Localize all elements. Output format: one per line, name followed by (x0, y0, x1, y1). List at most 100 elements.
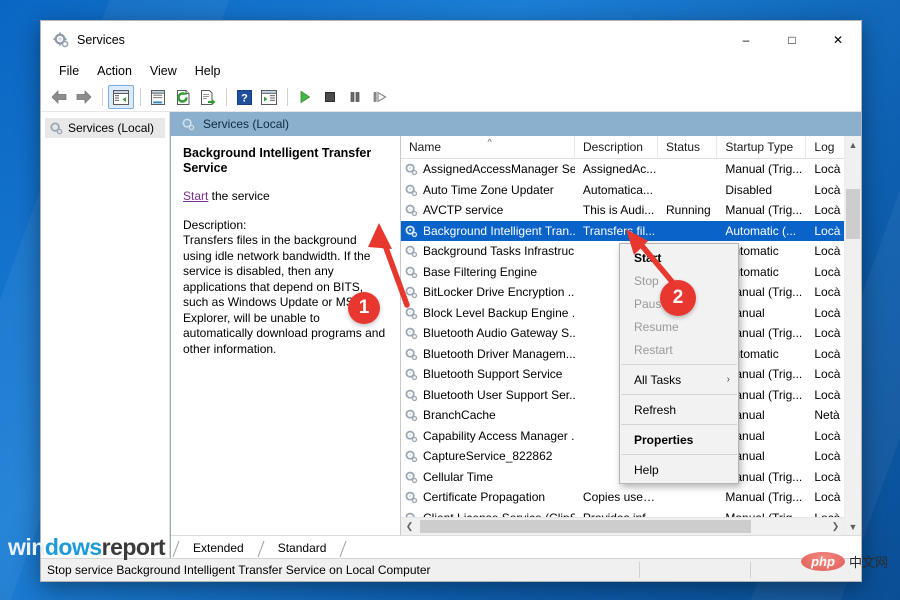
status-separator-2 (750, 562, 751, 578)
cell-logon: Locà (806, 429, 844, 443)
list-header-row: Name ^ Description Status Startup Type (401, 136, 844, 159)
menu-help[interactable]: Help (186, 61, 230, 81)
service-name-text: Bluetooth Audio Gateway S... (423, 326, 575, 340)
menu-view[interactable]: View (141, 61, 186, 81)
table-row[interactable]: Client License Service (ClipS...Provides… (401, 508, 844, 518)
column-header-status[interactable]: Status (658, 136, 717, 158)
callout-1-number: 1 (359, 297, 370, 319)
vertical-scrollbar[interactable]: ▲ ▼ (844, 136, 861, 535)
detail-spacer-1 (183, 176, 388, 189)
cell-name: Client License Service (ClipS... (401, 511, 575, 517)
service-gear-icon (404, 429, 418, 443)
context-menu-item-label: Properties (634, 433, 693, 447)
hscroll-track[interactable] (418, 519, 827, 534)
cell-description: Transfers fil... (575, 224, 658, 238)
properties-icon[interactable] (146, 86, 170, 108)
services-window: Services – □ ✕ File Action View Help (40, 20, 862, 582)
cell-name: Capability Access Manager ... (401, 429, 575, 443)
start-service-link[interactable]: Start (183, 189, 208, 203)
cell-description: This is Audi... (575, 203, 658, 217)
menu-file[interactable]: File (50, 61, 88, 81)
context-menu-separator (621, 364, 737, 365)
show-hide-console-tree-icon[interactable] (108, 85, 134, 109)
cell-name: BranchCache (401, 408, 575, 422)
service-gear-icon (404, 326, 418, 340)
minimize-button[interactable]: – (723, 21, 769, 59)
cell-logon: Locà (806, 347, 844, 361)
column-header-description[interactable]: Description (575, 136, 658, 158)
tab-extended[interactable]: Extended (181, 539, 256, 558)
service-gear-icon (404, 449, 418, 463)
column-header-log-on-as[interactable]: Log (806, 136, 844, 158)
close-button[interactable]: ✕ (815, 21, 861, 59)
maximize-button[interactable]: □ (769, 21, 815, 59)
restart-service-icon[interactable] (368, 86, 392, 108)
wm-part-c: report (102, 534, 165, 560)
service-gear-icon (404, 285, 418, 299)
service-name-text: Bluetooth Driver Managem... (423, 347, 575, 361)
scroll-down-icon[interactable]: ▼ (845, 518, 861, 535)
context-menu-item-properties[interactable]: Properties (620, 428, 738, 451)
stop-service-icon[interactable] (318, 86, 342, 108)
cell-logon: Locà (806, 183, 844, 197)
wm-part-a: win (8, 534, 45, 560)
toolbar-separator-2 (140, 88, 141, 106)
scroll-up-icon[interactable]: ▲ (845, 136, 861, 153)
context-menu-item-refresh[interactable]: Refresh (620, 398, 738, 421)
start-service-icon[interactable] (293, 86, 317, 108)
scroll-left-icon[interactable]: ❮ (401, 521, 418, 532)
service-name-text: Background Tasks Infrastruc... (423, 244, 575, 258)
services-gear-icon (181, 117, 195, 131)
column-header-description-label: Description (583, 140, 643, 154)
refresh-icon[interactable] (171, 86, 195, 108)
services-gear-icon (49, 121, 63, 135)
service-gear-icon (404, 265, 418, 279)
cell-logon: Locà (806, 306, 844, 320)
table-row[interactable]: Background Intelligent Tran...Transfers … (401, 221, 844, 242)
svg-text:?: ? (241, 92, 248, 104)
context-menu-item-help[interactable]: Help (620, 458, 738, 481)
cell-name: Block Level Backup Engine ... (401, 306, 575, 320)
pause-service-icon[interactable] (343, 86, 367, 108)
context-menu-item-label: All Tasks (634, 373, 681, 387)
table-row[interactable]: Certificate PropagationCopies user ...Ma… (401, 487, 844, 508)
table-row[interactable]: Auto Time Zone UpdaterAutomatica...Disab… (401, 180, 844, 201)
table-row[interactable]: AssignedAccessManager Se...AssignedAc...… (401, 159, 844, 180)
tree-item-services-local[interactable]: Services (Local) (45, 118, 165, 138)
service-name-text: Bluetooth User Support Ser... (423, 388, 575, 402)
menu-action[interactable]: Action (88, 61, 141, 81)
cell-name: CaptureService_822862 (401, 449, 575, 463)
table-row[interactable]: AVCTP serviceThis is Audi...RunningManua… (401, 200, 844, 221)
forward-icon[interactable] (72, 86, 96, 108)
tab-standard[interactable]: Standard (266, 539, 339, 558)
back-icon[interactable] (47, 86, 71, 108)
scroll-right-icon[interactable]: ❯ (827, 521, 844, 532)
context-menu-item-start[interactable]: Start (620, 246, 738, 269)
service-gear-icon (404, 306, 418, 320)
context-menu-separator (621, 454, 737, 455)
help-icon[interactable]: ? (232, 86, 256, 108)
pane-header: Services (Local) (171, 112, 861, 136)
service-name-text: Auto Time Zone Updater (423, 183, 554, 197)
cell-name: Auto Time Zone Updater (401, 183, 575, 197)
context-menu-item-label: Restart (634, 343, 673, 357)
service-gear-icon (404, 490, 418, 504)
horizontal-scrollbar[interactable]: ❮ ❯ (401, 517, 844, 535)
column-header-startup-type[interactable]: Startup Type (717, 136, 806, 158)
vscroll-track[interactable] (845, 153, 861, 518)
context-menu-item-label: Stop (634, 274, 659, 288)
cell-name: AssignedAccessManager Se... (401, 162, 575, 176)
export-list-icon[interactable] (196, 86, 220, 108)
detail-service-title: Background Intelligent Transfer Service (183, 146, 388, 176)
cell-logon: Netà (806, 408, 844, 422)
vscroll-thumb[interactable] (846, 189, 860, 239)
console-tree-pane: Services (Local) (41, 112, 170, 558)
column-header-name[interactable]: Name ^ (401, 136, 575, 158)
service-gear-icon (404, 367, 418, 381)
cell-startup: Disabled (717, 183, 806, 197)
context-menu-item-all-tasks[interactable]: All Tasks› (620, 368, 738, 391)
context-menu-item-restart: Restart (620, 338, 738, 361)
detail-description-label: Description: (183, 218, 388, 234)
show-hide-action-pane-icon[interactable] (257, 86, 281, 108)
hscroll-thumb[interactable] (420, 520, 751, 533)
